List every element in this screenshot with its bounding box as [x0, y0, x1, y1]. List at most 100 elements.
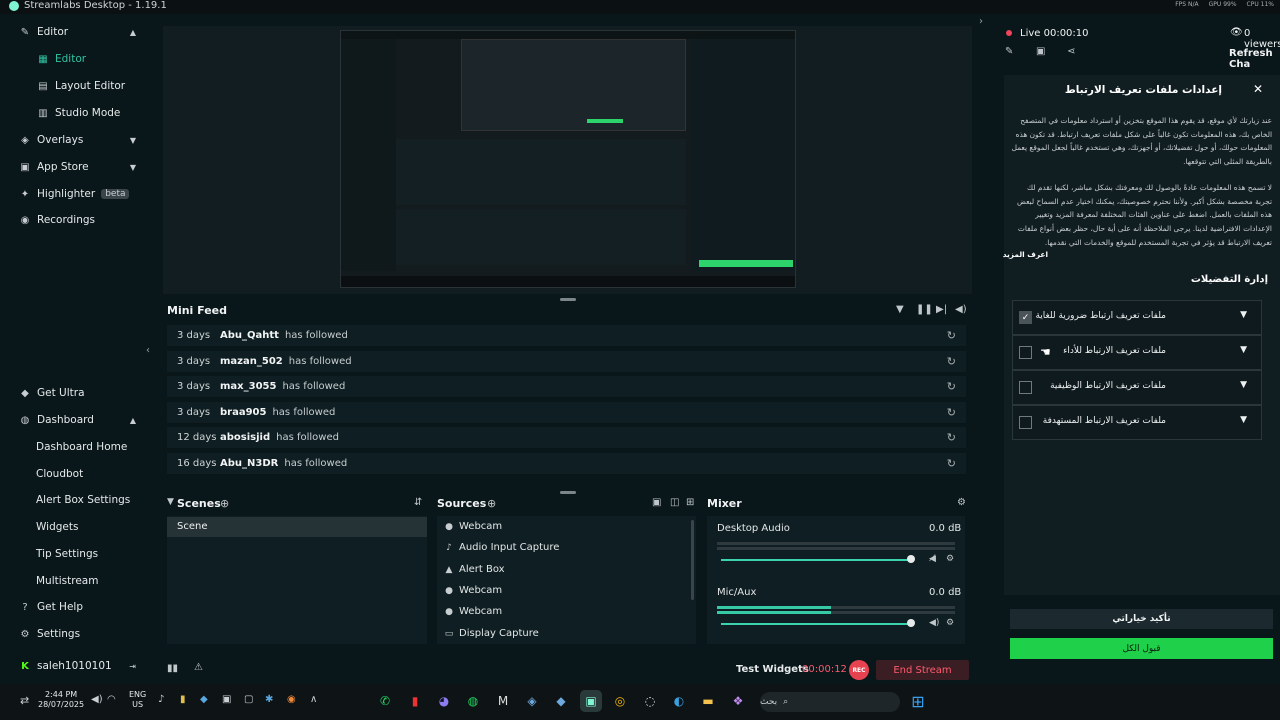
replay-icon[interactable]: ↻: [947, 406, 956, 419]
nav-dashboard-home[interactable]: Dashboard Home: [8, 437, 148, 457]
logout-icon[interactable]: ⇥: [129, 662, 136, 671]
camera-icon[interactable]: ▣: [1036, 46, 1045, 57]
source-item[interactable]: ● Webcam: [444, 606, 502, 617]
group-icon[interactable]: ◫: [670, 497, 679, 508]
folder-add-icon[interactable]: ▣: [652, 497, 661, 508]
streamlabs-icon[interactable]: ▣: [580, 690, 602, 712]
gear-icon[interactable]: ⚙: [946, 618, 954, 628]
nav-get-help[interactable]: ? Get Help: [8, 597, 148, 617]
tray-app-icon[interactable]: ▮: [180, 694, 186, 705]
rec-button[interactable]: REC: [849, 660, 869, 680]
filter-icon[interactable]: ▼: [896, 304, 904, 315]
replay-icon[interactable]: ↻: [947, 355, 956, 368]
close-icon[interactable]: ✕: [1253, 82, 1263, 96]
copilot-icon[interactable]: ❖: [727, 690, 749, 712]
test-widgets-button[interactable]: Test Widgets: [736, 664, 809, 675]
source-item[interactable]: ♪ Audio Input Capture: [444, 542, 559, 553]
end-stream-button[interactable]: End Stream: [876, 660, 969, 680]
nav-editor[interactable]: ▦ Editor: [8, 49, 148, 69]
confirm-choices-button[interactable]: تأكيد خياراتي: [1010, 609, 1273, 629]
resize-handle[interactable]: [560, 298, 576, 301]
resize-handle[interactable]: [560, 491, 576, 494]
cookie-category-row[interactable]: ملفات تعريف الارتباط المستهدفة ▼: [1012, 405, 1262, 440]
add-scene-icon[interactable]: ⊕: [220, 497, 229, 510]
add-folder-icon[interactable]: ⊞: [686, 497, 694, 508]
nav-studio-mode[interactable]: ▥ Studio Mode: [8, 103, 148, 123]
windows-start-icon[interactable]: ⊞: [907, 690, 929, 712]
checkbox[interactable]: [1019, 346, 1032, 359]
volume-slider[interactable]: [721, 559, 912, 561]
app-icon[interactable]: ◆: [550, 690, 572, 712]
nav-widgets[interactable]: Widgets: [8, 517, 148, 537]
user-account[interactable]: Ksaleh1010101 ⇥: [8, 656, 148, 676]
tray-app-icon[interactable]: ◆: [200, 694, 208, 705]
app-icon[interactable]: ▮: [404, 690, 426, 712]
nav-multistream[interactable]: Multistream: [8, 571, 148, 591]
volume-icon[interactable]: ◀): [955, 304, 967, 315]
nav-layout-editor[interactable]: ▤ Layout Editor: [8, 76, 148, 96]
nav-alert-box-settings[interactable]: Alert Box Settings: [8, 490, 148, 510]
refresh-chat-button[interactable]: Refresh Cha: [1229, 48, 1280, 70]
add-source-icon[interactable]: ⊕: [487, 497, 496, 510]
cookie-category-row[interactable]: ملفات تعريف الارتباط الوظيفية ▼: [1012, 370, 1262, 405]
collapse-sidebar-icon[interactable]: ‹: [146, 345, 150, 356]
edge-icon[interactable]: ◐: [668, 690, 690, 712]
chevron-down-icon[interactable]: ▼: [1240, 345, 1247, 355]
accept-all-button[interactable]: قبول الكل: [1010, 638, 1273, 659]
pause-icon[interactable]: ❚❚: [916, 304, 933, 315]
nav-recordings[interactable]: ◉ Recordings: [8, 210, 148, 230]
volume-icon[interactable]: ◀): [91, 694, 103, 705]
folder-icon[interactable]: ▬: [697, 690, 719, 712]
nav-highlighter[interactable]: ✦ Highlighter beta: [8, 184, 148, 204]
gear-icon[interactable]: ⚙: [957, 497, 966, 508]
nav-cloudbot[interactable]: Cloudbot: [8, 464, 148, 484]
chevron-down-icon[interactable]: ▼: [1240, 310, 1247, 320]
wifi-icon[interactable]: ◠: [107, 694, 116, 705]
checkbox[interactable]: [1019, 416, 1032, 429]
source-item[interactable]: ▲ Alert Box: [444, 564, 505, 575]
checkbox[interactable]: ✓: [1019, 311, 1032, 324]
taskbar-clock[interactable]: 2:44 PM 28/07/2025: [38, 690, 84, 710]
chevron-down-icon[interactable]: ▼: [1240, 415, 1247, 425]
nav-get-ultra[interactable]: ◆ Get Ultra: [8, 383, 148, 403]
gear-icon[interactable]: ⚙: [946, 554, 954, 564]
replay-icon[interactable]: ↻: [947, 329, 956, 342]
network-icon[interactable]: ⇄: [20, 694, 29, 707]
chevron-up-icon[interactable]: ∧: [310, 694, 317, 705]
whatsapp-icon[interactable]: ✆: [374, 690, 396, 712]
tray-app-icon[interactable]: ✱: [265, 694, 273, 705]
chevron-down-icon[interactable]: ▼: [167, 497, 174, 507]
volume-slider-knob[interactable]: [907, 555, 915, 563]
spotify-icon[interactable]: ◍: [462, 690, 484, 712]
tray-app-icon[interactable]: ◉: [287, 694, 296, 705]
skip-icon[interactable]: ▶|: [936, 304, 947, 315]
source-item[interactable]: ● Webcam: [444, 521, 502, 532]
app-icon[interactable]: ◈: [521, 690, 543, 712]
replay-icon[interactable]: ↻: [947, 431, 956, 444]
taskbar-search[interactable]: ⌕ بحث: [760, 692, 900, 712]
tray-app-icon[interactable]: ▢: [244, 694, 253, 705]
expand-chat-icon[interactable]: ›: [979, 16, 983, 27]
language-indicator[interactable]: ENG US: [129, 690, 146, 710]
app-icon[interactable]: M: [492, 690, 514, 712]
nav-editor-group[interactable]: ✎ Editor ▲: [8, 22, 148, 42]
volume-slider-knob[interactable]: [907, 619, 915, 627]
replay-icon[interactable]: ↻: [947, 457, 956, 470]
pencil-icon[interactable]: ✎: [1005, 46, 1013, 57]
share-icon[interactable]: ⋖: [1067, 46, 1075, 57]
tray-app-icon[interactable]: ▣: [222, 694, 231, 705]
nav-settings[interactable]: ⚙ Settings: [8, 624, 148, 644]
scrollbar[interactable]: [691, 520, 694, 600]
checkbox[interactable]: [1019, 381, 1032, 394]
app-icon[interactable]: ◌: [639, 690, 661, 712]
alert-icon[interactable]: ⚠: [194, 662, 203, 673]
cookie-category-row[interactable]: ✓ ملفات تعريف ارتباط ضرورية للغاية ▼: [1012, 300, 1262, 335]
source-item[interactable]: ● Webcam: [444, 585, 502, 596]
learn-more-link[interactable]: اعرف المزيد: [1003, 248, 1048, 262]
source-item[interactable]: ▭ Display Capture: [444, 628, 539, 639]
mute-icon[interactable]: ◀̸: [929, 554, 936, 564]
replay-icon[interactable]: ↻: [947, 380, 956, 393]
speaker-icon[interactable]: ◀): [929, 618, 939, 628]
nav-app-store[interactable]: ▣ App Store ▼: [8, 157, 148, 177]
mic-icon[interactable]: ♪: [158, 694, 164, 705]
